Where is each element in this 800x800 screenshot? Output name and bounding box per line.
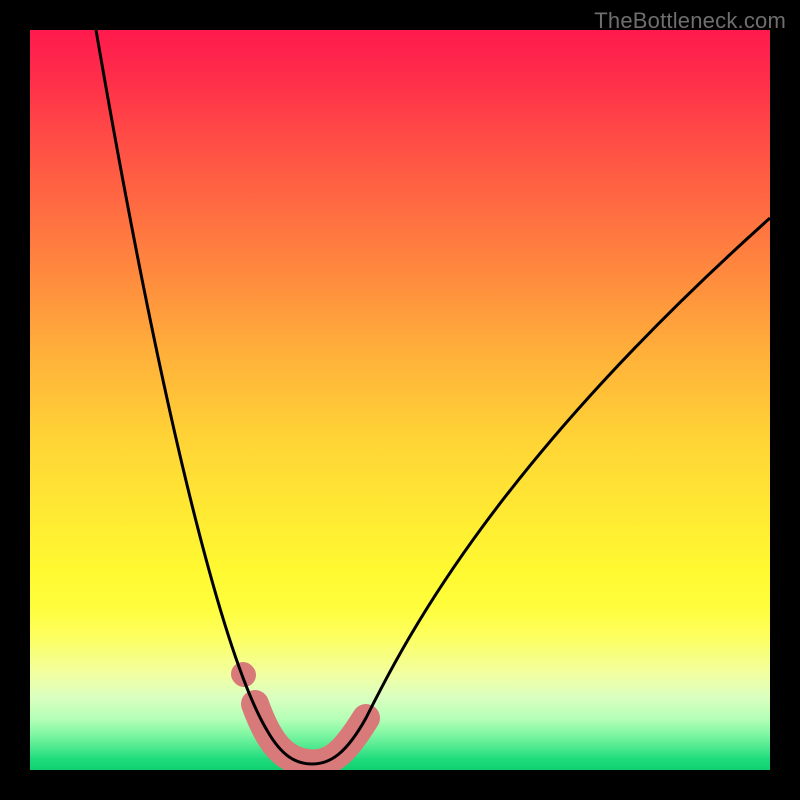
watermark-text: TheBottleneck.com — [594, 8, 786, 34]
background-gradient — [30, 30, 770, 770]
chart-area — [30, 30, 770, 770]
